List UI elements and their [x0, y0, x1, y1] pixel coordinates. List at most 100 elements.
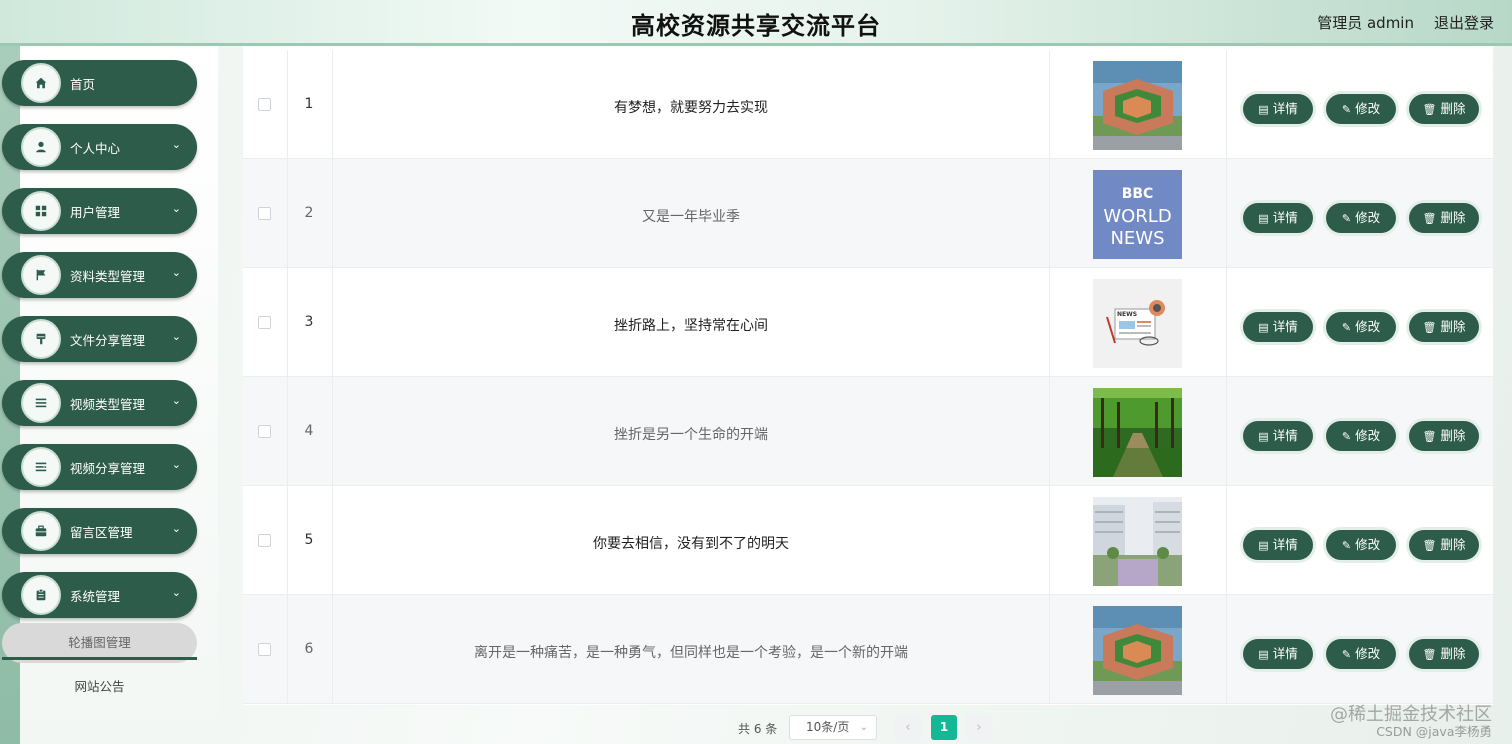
row-checkbox[interactable] [258, 425, 271, 438]
sidebar-item-label: 资料类型管理 [70, 269, 146, 284]
detail-button[interactable]: ▤ 详情 [1243, 94, 1313, 124]
flag-icon [21, 255, 61, 295]
delete-label: 删除 [1440, 319, 1466, 334]
delete-label: 删除 [1440, 428, 1466, 443]
campus-aerial-image [1093, 61, 1182, 150]
sidebar-subitem-label: 轮播图管理 [68, 635, 131, 650]
watermark-csdn: CSDN @java李杨勇 [1376, 724, 1492, 739]
sidebar-item-4[interactable]: 文件分享管理 ⌄ [2, 316, 197, 362]
row-title: 又是一年毕业季 [642, 209, 740, 225]
delete-label: 删除 [1440, 537, 1466, 552]
sidebar-item-3[interactable]: 资料类型管理 ⌄ [2, 252, 197, 298]
detail-button[interactable]: ▤ 详情 [1243, 639, 1313, 669]
delete-button[interactable]: 🗑 删除 [1409, 530, 1479, 560]
row-checkbox[interactable] [258, 643, 271, 656]
column-divider [1049, 50, 1050, 159]
edit-button[interactable]: ✎ 修改 [1326, 312, 1396, 342]
sidebar-item-7[interactable]: 留言区管理 ⌄ [2, 508, 197, 554]
subitem-underline [2, 657, 197, 660]
edit-icon: ✎ [1341, 212, 1352, 225]
svg-text:NEWS: NEWS [1110, 228, 1164, 249]
edit-label: 修改 [1355, 646, 1381, 661]
delete-button[interactable]: 🗑 删除 [1409, 421, 1479, 451]
sidebar-item-1[interactable]: 个人中心 ⌄ [2, 124, 197, 170]
logout-link[interactable]: 退出登录 [1434, 12, 1494, 33]
table-row: 3 挫折路上，坚持常在心间 NEWS ▤ 详情 ✎ 修改 🗑 删除 [243, 268, 1493, 377]
edit-label: 修改 [1355, 319, 1381, 334]
detail-button[interactable]: ▤ 详情 [1243, 203, 1313, 233]
svg-text:BBC: BBC [1122, 186, 1154, 202]
edit-icon: ✎ [1341, 539, 1352, 552]
chevron-down-icon: ⌄ [171, 202, 181, 215]
detail-button[interactable]: ▤ 详情 [1243, 421, 1313, 451]
svg-text:WORLD: WORLD [1103, 206, 1171, 227]
column-divider [1049, 486, 1050, 595]
column-divider [1226, 595, 1227, 704]
sidebar-item-label: 视频分享管理 [70, 461, 146, 476]
edit-icon: ✎ [1341, 321, 1352, 334]
chevron-down-icon: ⌄ [171, 330, 181, 343]
row-title: 你要去相信，没有到不了的明天 [593, 536, 789, 552]
row-checkbox[interactable] [258, 534, 271, 547]
sidebar-item-6[interactable]: 视频分享管理 ⌄ [2, 444, 197, 490]
bbc-world-news-image: BBC WORLD NEWS [1093, 170, 1182, 259]
delete-button[interactable]: 🗑 删除 [1409, 312, 1479, 342]
table-row: 4 挫折是另一个生命的开端 ▤ 详情 ✎ 修改 🗑 删除 [243, 377, 1493, 486]
table-row: 6 离开是一种痛苦，是一种勇气，但同样也是一个考验，是一个新的开端 ▤ 详情 ✎ 修改 🗑 删… [243, 595, 1493, 704]
sidebar-item-0[interactable]: 首页 [2, 60, 197, 106]
page-size-value: 10条/页 [806, 720, 850, 734]
detail-button[interactable]: ▤ 详情 [1243, 530, 1313, 560]
edit-label: 修改 [1355, 428, 1381, 443]
edit-button[interactable]: ✎ 修改 [1326, 203, 1396, 233]
row-index: 6 [304, 641, 314, 657]
delete-button[interactable]: 🗑 删除 [1409, 639, 1479, 669]
column-divider [1226, 377, 1227, 486]
sidebar-item-label: 个人中心 [70, 141, 121, 156]
admin-username: 管理员 admin [1317, 14, 1414, 32]
tree-path-image [1093, 388, 1182, 477]
sidebar-item-8[interactable]: 系统管理 ⌄ [2, 572, 197, 618]
svg-text:NEWS: NEWS [1117, 311, 1137, 318]
home-icon [21, 63, 61, 103]
row-checkbox[interactable] [258, 207, 271, 220]
row-index: 3 [304, 314, 314, 330]
edit-button[interactable]: ✎ 修改 [1326, 639, 1396, 669]
edit-icon: ✎ [1341, 648, 1352, 661]
chevron-down-icon: ⌄ [171, 586, 181, 599]
document-icon: ▤ [1258, 648, 1269, 661]
prev-page-button[interactable]: ‹ [895, 715, 921, 740]
chevron-down-icon: ⌄ [171, 522, 181, 535]
sidebar-item-label: 用户管理 [70, 205, 121, 220]
sidebar-item-label: 文件分享管理 [70, 333, 146, 348]
delete-button[interactable]: 🗑 删除 [1409, 203, 1479, 233]
row-checkbox[interactable] [258, 316, 271, 329]
trash-icon: 🗑 [1422, 321, 1437, 334]
sidebar-item-5[interactable]: 视频类型管理 ⌄ [2, 380, 197, 426]
chevron-down-icon: ⌄ [171, 138, 181, 151]
campus-aerial-image [1093, 606, 1182, 695]
data-table: 1 有梦想，就要努力去实现 ▤ 详情 ✎ 修改 🗑 删除 2 又是一年毕业季 BBC WORLD NEW… [243, 46, 1493, 705]
row-index: 1 [304, 96, 314, 112]
document-icon: ▤ [1258, 212, 1269, 225]
edit-button[interactable]: ✎ 修改 [1326, 421, 1396, 451]
sidebar-subitem-notice[interactable]: 网站公告 [2, 667, 197, 707]
row-checkbox[interactable] [258, 98, 271, 111]
grid-icon [21, 191, 61, 231]
edit-button[interactable]: ✎ 修改 [1326, 94, 1396, 124]
list-icon [21, 383, 61, 423]
page-size-select[interactable]: 10条/页 ⌄ [789, 715, 877, 740]
next-page-button[interactable]: › [966, 715, 992, 740]
edit-button[interactable]: ✎ 修改 [1326, 530, 1396, 560]
delete-label: 删除 [1440, 646, 1466, 661]
edit-label: 修改 [1355, 537, 1381, 552]
column-divider [1049, 377, 1050, 486]
edit-icon: ✎ [1341, 103, 1352, 116]
document-icon: ▤ [1258, 321, 1269, 334]
page-number-button[interactable]: 1 [931, 715, 957, 740]
sidebar-item-label: 系统管理 [70, 589, 121, 604]
column-divider [1226, 159, 1227, 268]
column-divider [1049, 268, 1050, 377]
delete-button[interactable]: 🗑 删除 [1409, 94, 1479, 124]
sidebar-item-2[interactable]: 用户管理 ⌄ [2, 188, 197, 234]
detail-button[interactable]: ▤ 详情 [1243, 312, 1313, 342]
